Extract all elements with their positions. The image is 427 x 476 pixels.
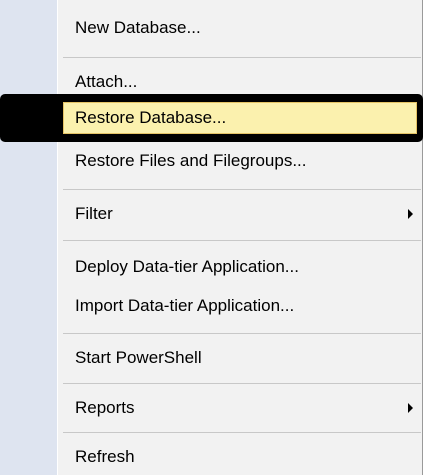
- menu-item-filter[interactable]: Filter: [63, 195, 413, 233]
- menu-separator: [63, 333, 421, 334]
- menu-item-reports[interactable]: Reports: [63, 389, 413, 427]
- menu-item-label: Filter: [75, 204, 113, 223]
- database-context-menu: New Database... Attach... Restore Databa…: [0, 0, 423, 475]
- menu-item-import-data-tier-application[interactable]: Import Data-tier Application...: [63, 287, 413, 325]
- menu-item-label: Restore Files and Filegroups...: [75, 151, 307, 170]
- menu-icon-gutter: [0, 0, 57, 475]
- menu-item-restore-database[interactable]: Restore Database...: [63, 102, 417, 134]
- menu-separator: [63, 240, 421, 241]
- menu-separator: [63, 57, 421, 58]
- menu-item-label: Deploy Data-tier Application...: [75, 257, 299, 276]
- menu-item-new-database[interactable]: New Database...: [63, 9, 413, 47]
- submenu-arrow-icon: [408, 209, 413, 219]
- menu-item-deploy-data-tier-application[interactable]: Deploy Data-tier Application...: [63, 248, 413, 286]
- menu-item-label: Import Data-tier Application...: [75, 296, 295, 315]
- menu-item-label: Refresh: [75, 447, 135, 466]
- menu-item-label: Start PowerShell: [75, 348, 202, 367]
- menu-item-label: Restore Database...: [75, 108, 227, 127]
- menu-item-label: Reports: [75, 398, 135, 417]
- menu-item-refresh[interactable]: Refresh: [63, 438, 413, 476]
- menu-separator: [63, 383, 421, 384]
- menu-item-start-powershell[interactable]: Start PowerShell: [63, 339, 413, 377]
- menu-item-restore-files-and-filegroups[interactable]: Restore Files and Filegroups...: [63, 142, 413, 180]
- menu-separator: [63, 432, 421, 433]
- menu-item-label: New Database...: [75, 18, 201, 37]
- gutter-divider: [57, 0, 58, 475]
- submenu-arrow-icon: [408, 403, 413, 413]
- menu-separator: [63, 189, 421, 190]
